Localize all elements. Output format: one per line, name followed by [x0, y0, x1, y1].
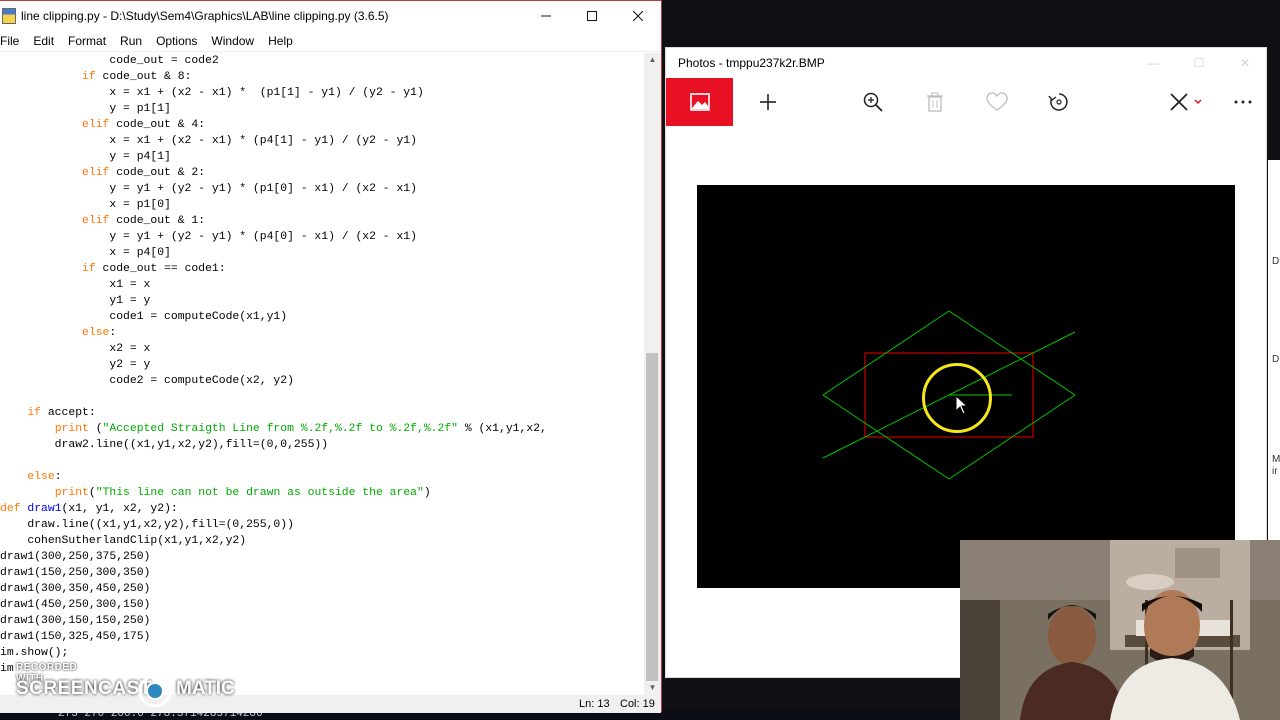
code-line: if code_out & 8:	[82, 71, 192, 83]
menu-help[interactable]: Help	[261, 34, 300, 48]
code-line: elif code_out & 1:	[82, 215, 206, 227]
image-icon	[689, 93, 710, 111]
background-window-edge: D D M ir	[1268, 160, 1280, 540]
edit-create-button[interactable]	[1158, 78, 1214, 126]
code-line: code_out = code2	[0, 55, 219, 67]
photos-toolbar	[666, 78, 1266, 126]
maximize-icon	[587, 10, 597, 21]
menu-bar: File Edit Format Run Options Window Help	[0, 30, 661, 52]
zoom-in-icon	[863, 92, 883, 112]
code-line: y = y1 + (y2 - y1) * (p4[0] - x1) / (x2 …	[0, 231, 417, 243]
code-line: if accept:	[27, 407, 96, 419]
code-line: else:	[27, 471, 62, 483]
photos-minimize-button[interactable]: —	[1130, 48, 1176, 78]
code-line: draw1(300,150,150,250)	[0, 615, 151, 627]
code-line: draw1(150,325,450,175)	[0, 631, 151, 643]
code-line: y = y1 + (y2 - y1) * (p1[0] - x1) / (x2 …	[0, 183, 417, 195]
code-line: if code_out == code1:	[82, 263, 226, 275]
code-line: draw1(300,350,450,250)	[0, 583, 151, 595]
code-line: im	[0, 663, 14, 675]
minimize-button[interactable]	[523, 1, 569, 30]
delete-button[interactable]	[912, 78, 958, 126]
code-line: x = x1 + (x2 - x1) * (p4[1] - y1) / (y2 …	[0, 135, 417, 147]
menu-edit[interactable]: Edit	[26, 34, 61, 48]
watermark-brand-left: SCREENCAST	[16, 678, 152, 699]
code-line: y = p1[1]	[0, 103, 171, 115]
trash-icon	[927, 92, 943, 112]
code-line: elif code_out & 4:	[82, 119, 206, 131]
menu-window[interactable]: Window	[204, 34, 261, 48]
photos-title-bar[interactable]: Photos - tmppu237k2r.BMP — ☐ ✕	[666, 48, 1266, 78]
code-line: y = p4[1]	[0, 151, 171, 163]
rotate-icon	[1048, 93, 1068, 111]
menu-format[interactable]: Format	[61, 34, 113, 48]
more-icon	[1234, 100, 1252, 104]
code-line: draw1(150,250,300,350)	[0, 567, 151, 579]
title-bar[interactable]: line clipping.py - D:\Study\Sem4\Graphic…	[0, 1, 661, 30]
window-title: line clipping.py - D:\Study\Sem4\Graphic…	[21, 8, 389, 23]
heart-icon	[986, 92, 1008, 111]
view-image-button[interactable]	[666, 78, 733, 126]
menu-options[interactable]: Options	[149, 34, 204, 48]
code-line: y2 = y	[0, 359, 151, 371]
code-line: x2 = x	[0, 343, 151, 355]
code-line: cohenSutherlandClip(x1,y1,x2,y2)	[0, 535, 247, 547]
code-line: code2 = computeCode(x2, y2)	[0, 375, 294, 387]
photos-close-button[interactable]: ✕	[1222, 48, 1268, 78]
rotate-button[interactable]	[1036, 78, 1082, 126]
favorite-button[interactable]	[974, 78, 1020, 126]
zoom-button[interactable]	[850, 78, 896, 126]
more-button[interactable]	[1220, 78, 1266, 126]
code-editor[interactable]: code_out = code2 if code_out & 8: x = x1…	[0, 53, 644, 695]
code-line: else:	[82, 327, 117, 339]
code-line: print("This line can not be drawn as out…	[54, 487, 431, 499]
idle-editor-window: line clipping.py - D:\Study\Sem4\Graphic…	[0, 0, 662, 713]
add-button[interactable]	[745, 78, 791, 126]
code-line: draw1(450,250,300,150)	[0, 599, 151, 611]
code-line: x = p1[0]	[0, 199, 171, 211]
line-number: Ln: 13	[579, 698, 610, 710]
photos-window-title: Photos - tmppu237k2r.BMP	[678, 56, 825, 70]
code-line: x1 = x	[0, 279, 151, 291]
code-line: draw2.line((x1,y1,x2,y2),fill=(0,0,255))	[0, 439, 329, 451]
menu-run[interactable]: Run	[113, 34, 149, 48]
plus-icon	[760, 94, 776, 110]
minimize-icon	[541, 15, 551, 16]
scroll-thumb[interactable]	[646, 353, 658, 681]
close-icon	[633, 10, 643, 21]
python-file-icon	[2, 7, 16, 24]
screencast-logo-icon	[138, 674, 172, 708]
webcam-overlay	[960, 540, 1280, 720]
close-button[interactable]	[615, 1, 661, 30]
edit-icon	[1170, 93, 1202, 111]
code-line: draw.line((x1,y1,x2,y2),fill=(0,255,0))	[0, 519, 294, 531]
webcam-feed-image	[960, 540, 1280, 720]
code-line: x = x1 + (x2 - x1) * (p1[1] - y1) / (y2 …	[0, 87, 424, 99]
code-line: draw1(300,250,375,250)	[0, 551, 151, 563]
code-line: elif code_out & 2:	[82, 167, 206, 179]
code-line: im.show();	[0, 647, 69, 659]
photos-maximize-button[interactable]: ☐	[1176, 48, 1222, 78]
edge-fragment: M	[1272, 454, 1280, 465]
edge-fragment: D	[1272, 354, 1280, 365]
column-number: Col: 19	[620, 698, 655, 710]
scroll-down-arrow-icon[interactable]: ▼	[644, 681, 661, 695]
menu-file[interactable]: File	[0, 34, 26, 48]
code-line: print ("Accepted Straigth Line from %.2f…	[54, 423, 547, 435]
edge-fragment: ir	[1272, 466, 1278, 477]
window-controls	[523, 1, 661, 30]
scroll-up-arrow-icon[interactable]: ▲	[644, 53, 661, 67]
maximize-button[interactable]	[569, 1, 615, 30]
edge-fragment: D	[1272, 256, 1280, 267]
watermark-brand-right: MATIC	[176, 678, 235, 699]
code-line: code1 = computeCode(x1,y1)	[0, 311, 288, 323]
code-line: x = p4[0]	[0, 247, 171, 259]
code-line: def draw1(x1, y1, x2, y2):	[0, 503, 178, 515]
code-line: y1 = y	[0, 295, 151, 307]
vertical-scrollbar[interactable]: ▲ ▼	[644, 53, 661, 695]
mouse-pointer-icon	[955, 395, 969, 415]
